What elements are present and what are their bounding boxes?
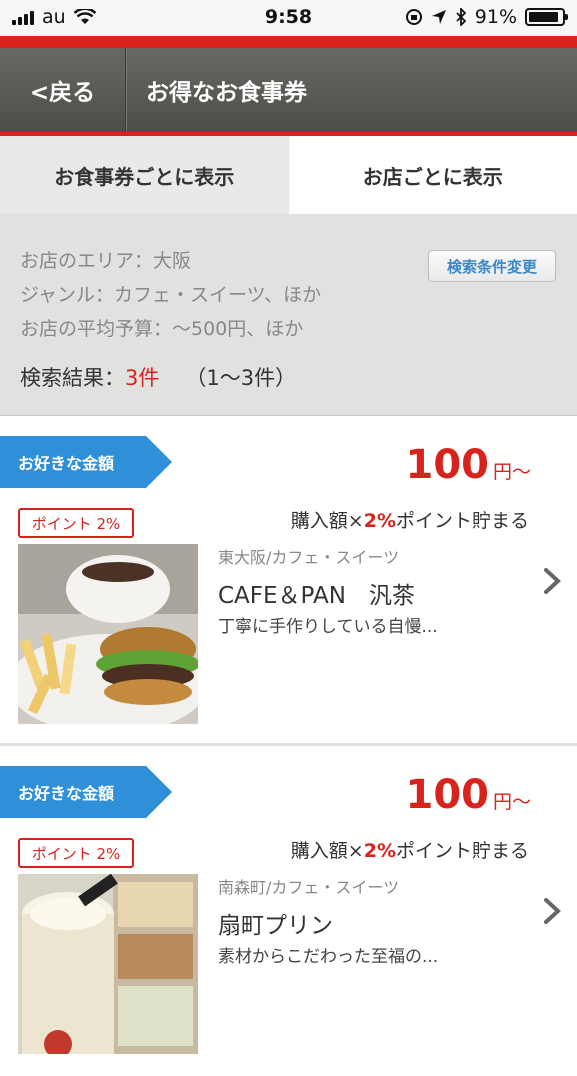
- condition-budget: お店の平均予算：〜500円、ほか: [20, 314, 303, 341]
- shop-description: 素材からこだわった至福の...: [218, 942, 438, 967]
- thumbnail-image: [18, 874, 198, 1054]
- point-badge: ポイント 2%: [18, 838, 134, 868]
- point-description: 購入額×2%ポイント貯まる: [291, 506, 529, 533]
- condition-area: お店のエリア：大阪: [20, 246, 191, 273]
- price-amount: 100: [405, 772, 489, 818]
- page-title: お得なお食事券: [126, 73, 307, 107]
- result-summary: 検索結果：3件 （1〜3件）: [20, 362, 296, 392]
- price-unit: 円〜: [493, 457, 531, 484]
- point-percent: 2%: [364, 840, 396, 862]
- list-item[interactable]: お好きな金額 100 円〜 ポイント 2% 購入額×2%ポイント貯まる 南森町/…: [0, 746, 577, 1076]
- tab-by-voucher[interactable]: お食事券ごとに表示: [0, 136, 289, 214]
- back-button[interactable]: <戻る: [0, 48, 126, 132]
- point-badge: ポイント 2%: [18, 508, 134, 538]
- location-icon: [431, 9, 447, 25]
- result-label: 検索結果：: [20, 366, 125, 390]
- price-unit: 円〜: [493, 787, 531, 814]
- result-range: （1〜3件）: [185, 366, 296, 390]
- ribbon-badge: お好きな金額: [0, 766, 172, 818]
- result-count: 3件: [125, 366, 159, 390]
- point-description: 購入額×2%ポイント貯まる: [291, 836, 529, 863]
- ribbon-label: お好きな金額: [18, 450, 114, 474]
- thumbnail-image: [18, 544, 198, 724]
- price: 100 円〜: [405, 772, 531, 818]
- price-amount: 100: [405, 442, 489, 488]
- nav-bar: <戻る お得なお食事券: [0, 48, 577, 132]
- shop-thumbnail: [18, 544, 198, 724]
- top-accent-bar: [0, 36, 577, 48]
- shop-name: CAFE＆PAN 汎茶: [218, 576, 415, 610]
- bluetooth-icon: [455, 8, 467, 26]
- point-prefix: 購入額×: [291, 840, 364, 862]
- list-item[interactable]: お好きな金額 100 円〜 ポイント 2% 購入額×2%ポイント貯まる 東大阪/…: [0, 416, 577, 746]
- change-conditions-button[interactable]: 検索条件変更: [428, 250, 556, 282]
- battery-fill: [529, 12, 558, 22]
- battery-icon: [525, 8, 565, 26]
- point-prefix: 購入額×: [291, 510, 364, 532]
- rotation-lock-icon: [405, 8, 423, 26]
- view-tabs: お食事券ごとに表示 お店ごとに表示: [0, 136, 577, 214]
- search-conditions: お店のエリア：大阪 ジャンル：カフェ・スイーツ、ほか お店の平均予算：〜500円…: [0, 214, 577, 416]
- point-suffix: ポイント貯まる: [396, 840, 529, 862]
- point-percent: 2%: [364, 510, 396, 532]
- point-suffix: ポイント貯まる: [396, 510, 529, 532]
- ribbon-badge: お好きな金額: [0, 436, 172, 488]
- shop-name: 扇町プリン: [218, 906, 333, 940]
- chevron-right-icon: [540, 566, 564, 596]
- price: 100 円〜: [405, 442, 531, 488]
- ribbon-label: お好きな金額: [18, 780, 114, 804]
- condition-genre: ジャンル：カフェ・スイーツ、ほか: [20, 280, 321, 307]
- shop-description: 丁寧に手作りしている自慢...: [218, 612, 438, 637]
- battery-percent: 91%: [475, 6, 517, 28]
- shop-thumbnail: [18, 874, 198, 1054]
- tab-by-shop[interactable]: お店ごとに表示: [289, 136, 577, 214]
- status-right: 91%: [405, 6, 565, 28]
- status-bar: au 9:58 91%: [0, 0, 577, 36]
- shop-category: 南森町/カフェ・スイーツ: [218, 874, 399, 898]
- chevron-right-icon: [540, 896, 564, 926]
- shop-category: 東大阪/カフェ・スイーツ: [218, 544, 399, 568]
